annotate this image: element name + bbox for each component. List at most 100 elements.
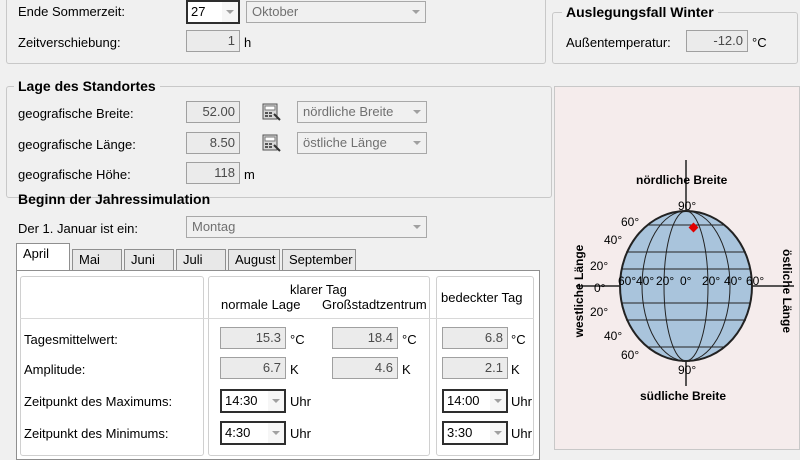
normal-max-select[interactable]: 14:30 xyxy=(220,389,286,413)
lat-label-20s: 20° xyxy=(590,305,609,319)
breite-direction-select[interactable]: nördliche Breite xyxy=(297,101,427,123)
lon-label-0: 0° xyxy=(680,274,692,288)
lat-label-60s: 60° xyxy=(621,348,640,362)
bedeckt-min-select[interactable]: 3:30 xyxy=(442,421,508,445)
bedeckt-amp-input[interactable]: 2.1 xyxy=(442,357,508,379)
tagesmittel-label: Tagesmittelwert: xyxy=(24,332,118,347)
winter-title: Auslegungsfall Winter xyxy=(562,4,718,20)
chevron-down-icon xyxy=(408,217,426,237)
januar-select[interactable]: Montag xyxy=(186,216,427,238)
chevron-down-icon xyxy=(408,102,426,122)
tab-august[interactable]: August xyxy=(228,249,280,271)
tab-juli-label: Juli xyxy=(183,252,203,267)
chevron-down-icon xyxy=(490,423,506,443)
normal-min-value: 4:30 xyxy=(225,425,251,440)
breite-label: geografische Breite: xyxy=(18,106,134,121)
lon-label-20w: 20° xyxy=(656,274,675,288)
lon-label-20e: 20° xyxy=(702,274,721,288)
normal-mittel-input[interactable]: 15.3 xyxy=(220,327,286,349)
bedeckt-mittel-input[interactable]: 6.8 xyxy=(442,327,508,349)
header-divider xyxy=(20,318,534,319)
lon-label-60e: 60° xyxy=(746,274,765,288)
globe-west-label: westliche Länge xyxy=(572,244,586,338)
tab-juni[interactable]: Juni xyxy=(124,249,174,271)
bedeckt-max-unit: Uhr xyxy=(511,394,532,409)
hoehe-unit: m xyxy=(244,167,255,182)
normal-amp-unit: K xyxy=(290,362,299,377)
chevron-down-icon xyxy=(222,2,238,22)
chevron-down-icon xyxy=(268,391,284,411)
jahressimulation-title: Beginn der Jahressimulation xyxy=(18,191,211,207)
hoehe-input[interactable]: 118 xyxy=(186,162,240,184)
ende-sommerzeit-label: Ende Sommerzeit: xyxy=(18,4,125,19)
tab-april-label: April xyxy=(23,246,50,261)
bedeckt-max-value: 14:00 xyxy=(447,393,480,408)
stadt-mittel-input[interactable]: 18.4 xyxy=(332,327,398,349)
globe-east-label: östliche Länge xyxy=(780,248,794,334)
standort-title: Lage des Standortes xyxy=(14,78,160,94)
zeitverschiebung-unit: h xyxy=(244,35,252,50)
januar-value: Montag xyxy=(192,219,236,234)
breite-direction-value: nördliche Breite xyxy=(303,104,394,119)
lat-label-0: 0° xyxy=(594,281,606,295)
tab-august-label: August xyxy=(235,252,276,267)
bedeckt-amp-unit: K xyxy=(511,362,520,377)
chevron-down-icon xyxy=(268,423,284,443)
tab-mai[interactable]: Mai xyxy=(72,249,122,271)
normal-max-value: 14:30 xyxy=(225,393,258,408)
breite-input[interactable]: 52.00 xyxy=(186,101,240,123)
bedeckt-mittel-unit: °C xyxy=(511,332,526,347)
bedeckter-tag-header: bedeckter Tag xyxy=(441,290,523,305)
ende-month-select[interactable]: Oktober xyxy=(246,1,426,23)
globe-south-label: südliche Breite xyxy=(640,389,727,403)
aussentemperatur-label: Außentemperatur: xyxy=(566,35,671,50)
stadt-amp-unit: K xyxy=(402,362,411,377)
lon-label-40e: 40° xyxy=(724,274,743,288)
tab-juni-label: Juni xyxy=(131,252,155,267)
lat-label-40s: 40° xyxy=(604,329,623,343)
normal-min-select[interactable]: 4:30 xyxy=(220,421,286,445)
bedeckt-min-unit: Uhr xyxy=(511,426,532,441)
normal-mittel-unit: °C xyxy=(290,332,305,347)
tab-september[interactable]: September xyxy=(282,249,356,271)
laenge-label: geografische Länge: xyxy=(18,137,136,152)
tab-mai-label: Mai xyxy=(79,252,100,267)
zeitverschiebung-label: Zeitverschiebung: xyxy=(18,35,121,50)
tab-september-label: September xyxy=(289,252,353,267)
lat-label-60n: 60° xyxy=(621,215,640,229)
laenge-direction-select[interactable]: östliche Länge xyxy=(297,132,427,154)
stadt-amp-input[interactable]: 4.6 xyxy=(332,357,398,379)
lon-label-60w: 60° xyxy=(618,274,637,288)
zeitverschiebung-input[interactable]: 1 xyxy=(186,30,240,52)
hoehe-label: geografische Höhe: xyxy=(18,167,131,182)
laenge-input[interactable]: 8.50 xyxy=(186,132,240,154)
stadt-mittel-unit: °C xyxy=(402,332,417,347)
lon-label-40w: 40° xyxy=(636,274,655,288)
ende-day-select[interactable]: 27 xyxy=(186,0,240,24)
laenge-direction-value: östliche Länge xyxy=(303,135,387,150)
tab-juli[interactable]: Juli xyxy=(176,249,226,271)
aussentemperatur-unit: °C xyxy=(752,35,767,50)
chevron-down-icon xyxy=(490,391,506,411)
globe-north-label: nördliche Breite xyxy=(636,173,728,187)
minimum-label: Zeitpunkt des Minimums: xyxy=(24,426,169,441)
chevron-down-icon xyxy=(407,2,425,22)
amplitude-label: Amplitude: xyxy=(24,362,86,377)
lat-label-20n: 20° xyxy=(590,259,609,273)
bedeckt-max-select[interactable]: 14:00 xyxy=(442,389,508,413)
grossstadt-header: Großstadtzentrum xyxy=(322,297,427,312)
breite-calc-icon[interactable] xyxy=(260,102,282,122)
normal-max-unit: Uhr xyxy=(290,394,311,409)
ende-month-value: Oktober xyxy=(252,4,299,19)
aussentemperatur-input[interactable]: -12.0 xyxy=(686,30,748,52)
lat-label-40n: 40° xyxy=(604,233,623,247)
bedeckt-min-value: 3:30 xyxy=(447,425,473,440)
laenge-calc-icon[interactable] xyxy=(260,133,282,153)
normale-lage-header: normale Lage xyxy=(221,297,301,312)
normal-min-unit: Uhr xyxy=(290,426,311,441)
lat-top-label: 90° xyxy=(678,199,697,213)
tab-april[interactable]: April xyxy=(16,243,70,270)
klarer-tag-header: klarer Tag xyxy=(290,282,347,297)
ende-day-value: 27 xyxy=(191,4,206,19)
normal-amp-input[interactable]: 6.7 xyxy=(220,357,286,379)
